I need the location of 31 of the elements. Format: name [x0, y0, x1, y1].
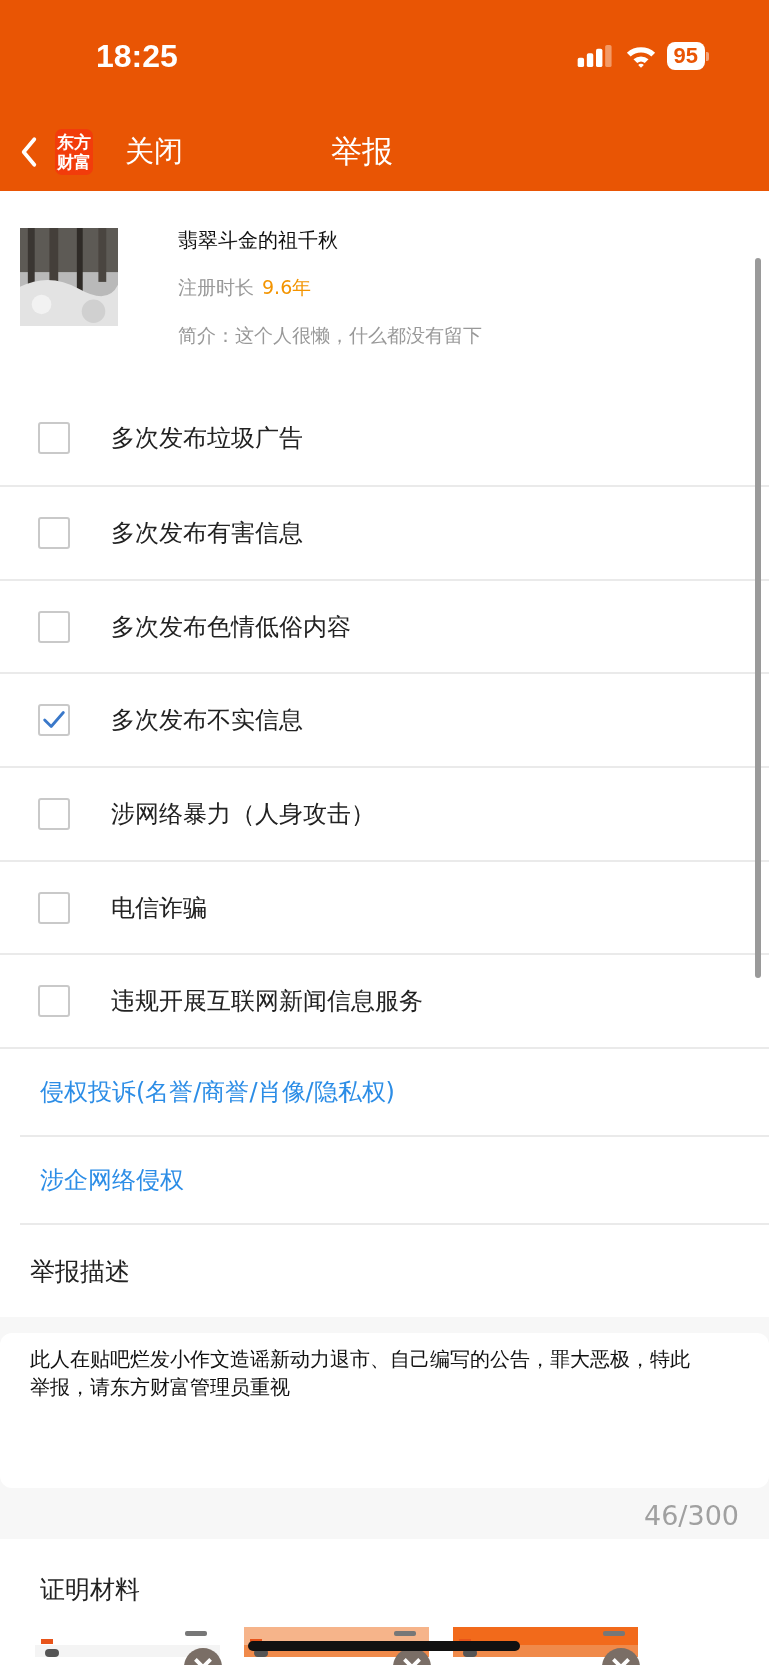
signal-icon — [576, 45, 615, 67]
checkbox[interactable] — [38, 421, 70, 454]
scrollbar[interactable] — [755, 258, 761, 978]
registration-label: 注册时长 — [178, 275, 254, 300]
checkbox[interactable] — [38, 610, 70, 643]
back-icon[interactable] — [20, 135, 38, 168]
section-heading: 举报描述 — [29, 1255, 131, 1288]
reason-label[interactable]: 电信诈骗 — [111, 891, 207, 924]
page-title: 举报 — [331, 131, 393, 171]
character-counter: 46/300 — [644, 1500, 739, 1532]
checkbox[interactable] — [38, 704, 70, 737]
reason-label[interactable]: 涉网络暴力（人身攻击） — [111, 797, 375, 830]
app-logo: 东方财富 — [55, 128, 93, 175]
checkbox[interactable] — [38, 985, 70, 1018]
reason-label[interactable]: 多次发布有害信息 — [111, 516, 303, 549]
checkbox[interactable] — [38, 516, 70, 549]
reason-label[interactable]: 多次发布不实信息 — [111, 704, 303, 737]
reason-label[interactable]: 多次发布垃圾广告 — [111, 421, 303, 454]
reason-label[interactable]: 多次发布色情低俗内容 — [111, 610, 351, 643]
registration-duration: 9.6年 — [262, 275, 312, 300]
wifi-icon — [624, 44, 657, 68]
user-name: 翡翠斗金的祖千秋 — [178, 227, 339, 254]
checkbox[interactable] — [38, 797, 70, 830]
checkbox[interactable] — [38, 891, 70, 924]
user-bio: 简介：这个人很懒，什么都没有留下 — [178, 323, 482, 348]
description-field[interactable]: 此人在贴吧烂发小作文造谣新动力退市、自己编写的公告，罪大恶极，特此举报，请东方财富管理员重视 — [0, 1333, 769, 1489]
section-heading: 证明材料 — [39, 1573, 141, 1606]
battery-indicator: 95 — [666, 42, 705, 70]
status-time: 18:25 — [96, 37, 178, 75]
reason-label[interactable]: 违规开展互联网新闻信息服务 — [111, 985, 423, 1018]
close-link[interactable]: 关闭 — [125, 131, 183, 172]
